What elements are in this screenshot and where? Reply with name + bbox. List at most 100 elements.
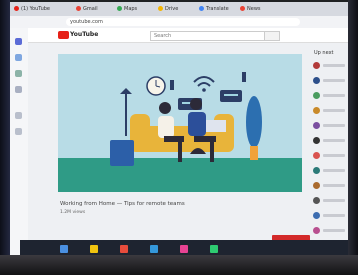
recommended-video-title — [323, 154, 345, 157]
search-input[interactable]: Search — [150, 31, 265, 41]
laptop-icon — [206, 120, 226, 132]
up-next-sidebar: Up next — [310, 46, 348, 256]
recommended-video-item[interactable] — [313, 212, 347, 220]
recommended-video-title — [323, 169, 345, 172]
recommended-video-title — [323, 184, 345, 187]
youtube-logo-text: YouTube — [70, 31, 99, 38]
channel-avatar — [313, 62, 320, 69]
recommended-video-item[interactable] — [313, 167, 347, 175]
browser-tab-bar: (1) YouTube Gmail Maps Drive Translate News — [10, 2, 348, 16]
side-table — [110, 140, 134, 166]
recommended-video-title — [323, 199, 345, 202]
woman-leg-lower — [178, 138, 182, 162]
subscriptions-icon[interactable] — [15, 70, 22, 77]
recommended-video-title — [323, 214, 345, 217]
tab-label: Drive — [165, 6, 179, 12]
browser-tab[interactable]: Maps — [117, 4, 155, 14]
wifi-dot — [202, 88, 206, 92]
lamp-stand — [125, 94, 127, 136]
youtube-play-icon — [58, 31, 69, 39]
start-icon[interactable] — [60, 245, 68, 253]
address-bar-row: youtube.com — [10, 16, 348, 28]
browser-tab[interactable]: Drive — [158, 4, 196, 14]
tab-label: News — [247, 6, 261, 12]
recommended-video-item[interactable] — [313, 62, 347, 70]
woman-body — [158, 116, 174, 138]
channel-avatar — [313, 197, 320, 204]
recommended-video-title — [323, 229, 345, 232]
channel-avatar — [313, 107, 320, 114]
channel-avatar — [313, 212, 320, 219]
wifi-icon — [193, 76, 215, 83]
search-button[interactable] — [264, 31, 280, 41]
bar-icon — [242, 72, 246, 82]
recommended-video-item[interactable] — [313, 92, 347, 100]
tab-favicon-icon — [76, 6, 81, 11]
browser-tab[interactable]: Gmail — [76, 4, 114, 14]
woman-head — [159, 102, 171, 114]
bar-icon — [170, 80, 174, 90]
recommended-video-title — [323, 94, 345, 97]
library-icon[interactable] — [15, 86, 22, 93]
browser-tab[interactable]: (1) YouTube — [14, 4, 72, 14]
youtube-header: YouTube Search — [10, 28, 348, 43]
video-player[interactable] — [58, 54, 302, 192]
recommended-video-item[interactable] — [313, 197, 347, 205]
tab-favicon-icon — [117, 6, 122, 11]
recommended-video-item[interactable] — [313, 182, 347, 190]
monitor-bezel-left — [0, 0, 10, 275]
channel-avatar — [313, 92, 320, 99]
lamp-shade — [120, 88, 132, 94]
recommended-video-title — [323, 79, 345, 82]
plant-leaves — [246, 96, 262, 148]
plant-pot — [250, 146, 258, 160]
video-illustration — [58, 72, 302, 192]
tab-label: Translate — [206, 6, 229, 12]
browser-tab[interactable]: News — [240, 4, 278, 14]
man-leg-lower — [210, 140, 214, 162]
recommended-video-item[interactable] — [313, 122, 347, 130]
channel-avatar — [313, 152, 320, 159]
up-next-label: Up next — [314, 50, 334, 56]
tab-label: (1) YouTube — [21, 6, 51, 12]
tab-label: Maps — [124, 6, 138, 12]
sofa-arm-left — [130, 114, 150, 144]
explorer-icon[interactable] — [90, 245, 98, 253]
store-icon[interactable] — [210, 245, 218, 253]
chrome-icon[interactable] — [120, 245, 128, 253]
floor-shape — [58, 158, 302, 192]
video-meta: 1.2M views — [60, 210, 86, 215]
monitor-screen: (1) YouTube Gmail Maps Drive Translate News y… — [10, 2, 348, 256]
tab-favicon-icon — [14, 6, 19, 11]
mail-icon[interactable] — [150, 245, 158, 253]
history-icon[interactable] — [15, 112, 22, 119]
tab-favicon-icon — [240, 6, 245, 11]
recommended-video-title — [323, 109, 345, 112]
tab-favicon-icon — [158, 6, 163, 11]
wifi-icon-inner — [197, 82, 211, 87]
recommended-video-item[interactable] — [313, 107, 347, 115]
watch-later-icon[interactable] — [15, 128, 22, 135]
youtube-logo[interactable]: YouTube — [58, 31, 98, 39]
recommended-video-item[interactable] — [313, 77, 347, 85]
recommended-video-title — [323, 139, 345, 142]
browser-tab[interactable]: Translate — [199, 4, 237, 14]
channel-avatar — [313, 167, 320, 174]
left-rail — [10, 28, 28, 256]
man-head — [190, 98, 202, 110]
taskbar — [20, 240, 348, 256]
video-title: Working from Home — Tips for remote team… — [60, 201, 185, 207]
recommended-video-title — [323, 64, 345, 67]
tab-favicon-icon — [199, 6, 204, 11]
channel-avatar — [313, 227, 320, 234]
monitor-bezel-bottom — [0, 255, 358, 275]
address-bar[interactable]: youtube.com — [66, 18, 300, 26]
recommended-video-item[interactable] — [313, 227, 347, 235]
recommended-video-item[interactable] — [313, 137, 347, 145]
home-icon[interactable] — [15, 38, 22, 45]
explore-icon[interactable] — [15, 54, 22, 61]
media-icon[interactable] — [180, 245, 188, 253]
channel-avatar — [313, 182, 320, 189]
channel-avatar — [313, 137, 320, 144]
recommended-video-item[interactable] — [313, 152, 347, 160]
